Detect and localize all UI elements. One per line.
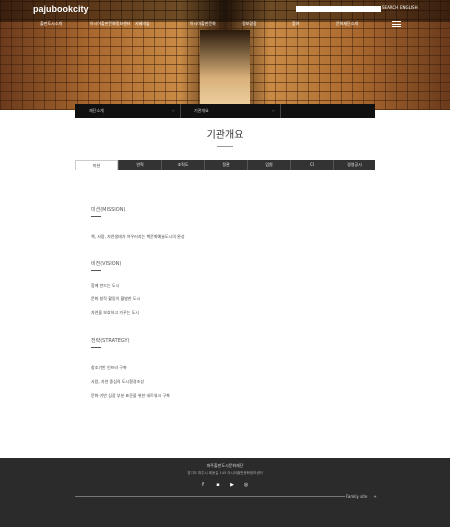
gnb-item[interactable]: 지혜의숲 xyxy=(135,21,150,27)
hero-banner xyxy=(0,0,450,110)
breadcrumb: 재단소개 › 기관개요 › xyxy=(75,104,375,118)
blog-icon[interactable]: ▪ xyxy=(215,482,221,488)
youtube-icon[interactable]: ▶ xyxy=(229,482,235,488)
section-divider xyxy=(91,347,101,348)
breadcrumb-item[interactable]: 기관개요 › xyxy=(180,104,280,118)
family-site-select[interactable]: Family site + xyxy=(346,494,377,499)
page-title: 기관개요 xyxy=(206,130,244,141)
language-link[interactable]: ENGLISH xyxy=(400,5,418,10)
list-item: 사람, 자연 중심의 도시환경조성 xyxy=(91,379,144,384)
list-item: 문화 창작 활동이 활발한 도시 xyxy=(91,296,141,301)
search-button[interactable]: SEARCH xyxy=(382,5,398,10)
footer: 파주출판도시문화재단 경기도 파주시 회동길 145 아시아출판문화정보센터 f… xyxy=(0,458,450,527)
instagram-icon[interactable]: ◎ xyxy=(243,482,249,488)
global-nav: 출판도시소개 아시아출판문화정보센터 지혜의숲 아시아출판문화 정보광장 참여 … xyxy=(30,21,420,29)
plus-icon: + xyxy=(373,494,377,499)
site-logo[interactable]: pajubookcity xyxy=(33,4,89,14)
search-input[interactable] xyxy=(296,6,381,12)
corridor-image xyxy=(200,30,250,110)
section-divider xyxy=(91,270,101,271)
tab-disclosure[interactable]: 경영공시 xyxy=(333,160,375,170)
section-divider xyxy=(91,216,101,217)
list-item: 문화·기반 심장 부분 표준을 위한 네트워크 구축 xyxy=(91,393,170,398)
tab-organization[interactable]: 조직도 xyxy=(161,160,204,170)
breadcrumb-item[interactable]: 재단소개 › xyxy=(75,104,180,118)
list-item: 자연을 보호하고 가꾸는 도시 xyxy=(91,310,139,315)
chevron-icon: › xyxy=(172,108,174,113)
list-item: 책, 사람, 자연생태가 어우러지는 책문화예술도시의 완성 xyxy=(91,234,185,239)
gnb-item[interactable]: 문화재단소개 xyxy=(336,21,358,27)
chevron-icon: › xyxy=(272,108,274,113)
tab-ci[interactable]: CI xyxy=(290,160,333,170)
gnb-item[interactable]: 아시아출판문화 xyxy=(190,21,216,27)
list-item: 함께 만드는 도시 xyxy=(91,283,120,288)
gnb-item[interactable]: 참여 xyxy=(292,21,299,27)
footer-org-name: 파주출판도시문화재단 xyxy=(206,463,244,468)
gnb-item[interactable]: 출판도시소개 xyxy=(40,21,62,27)
menu-icon[interactable] xyxy=(392,21,401,27)
divider xyxy=(280,104,281,118)
list-item: 창조기반 인프라 구축 xyxy=(91,365,127,370)
section-title-vision: 비전(VISION) xyxy=(91,261,122,267)
tab-articles[interactable]: 정관 xyxy=(204,160,247,170)
gnb-item[interactable]: 정보광장 xyxy=(242,21,257,27)
title-divider xyxy=(217,146,233,147)
footer-address: 경기도 파주시 회동길 145 아시아출판문화정보센터 xyxy=(187,471,263,475)
tab-history[interactable]: 연혁 xyxy=(118,160,161,170)
section-title-strategy: 전략(STRATEGY) xyxy=(91,338,130,344)
tab-bar: 미션 연혁 조직도 정관 임원 CI 경영공시 xyxy=(75,160,375,170)
gnb-item[interactable]: 아시아출판문화정보센터 xyxy=(90,21,130,27)
section-title-mission: 미션(MISSION) xyxy=(91,207,126,213)
tab-executives[interactable]: 임원 xyxy=(247,160,290,170)
footer-divider xyxy=(75,496,345,497)
facebook-icon[interactable]: f xyxy=(200,482,206,488)
tab-mission[interactable]: 미션 xyxy=(75,160,118,170)
